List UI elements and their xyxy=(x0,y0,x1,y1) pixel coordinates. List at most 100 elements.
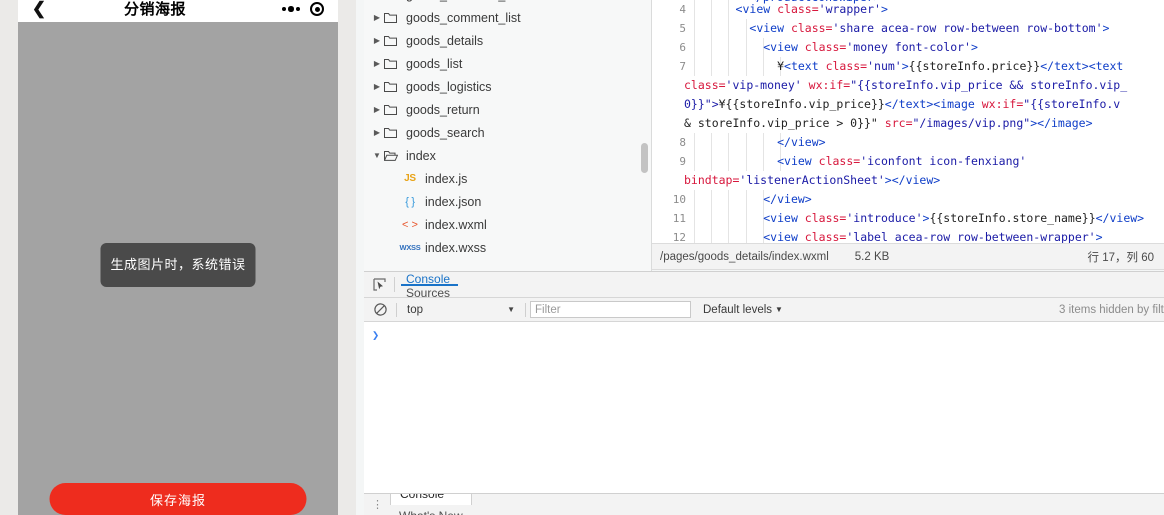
tree-item-folder-index[interactable]: index xyxy=(364,144,652,167)
tree-item-label: goods_details xyxy=(406,33,484,48)
tree-item-file-index-json[interactable]: { } index.json xyxy=(364,190,652,213)
error-toast: 生成图片时，系统错误 xyxy=(100,243,256,287)
code-line[interactable]: 8 </view> xyxy=(652,133,1164,152)
tree-item-label: index.wxss xyxy=(425,240,487,255)
code-text: <view class='share acea-row row-between … xyxy=(749,21,1110,35)
code-text: <view class='introduce'>{{storeInfo.stor… xyxy=(763,211,1145,225)
drawer-grip-icon[interactable]: ⋮ xyxy=(364,498,390,511)
devtools-panel: ConsoleSourcesNetworkSecurityAppDataAudi… xyxy=(364,271,1164,515)
folder-icon xyxy=(384,127,403,138)
folder-icon xyxy=(384,58,403,69)
tab-console[interactable]: Console xyxy=(395,272,464,286)
line-number: 10 xyxy=(672,193,686,206)
line-number: 7 xyxy=(679,60,686,73)
tab-label: Console xyxy=(406,272,451,286)
code-text: 0}}">¥{{storeInfo.vip_price}}</text><ima… xyxy=(684,97,1121,111)
code-text: & storeInfo.vip_price > 0}}" src="/image… xyxy=(684,116,1093,130)
code-line[interactable]: 12 <view class='label acea-row row-betwe… xyxy=(652,228,1164,243)
code-line[interactable]: 4 <view class='wrapper'> xyxy=(652,0,1164,19)
tree-item-folder[interactable]: goods_details xyxy=(364,29,652,52)
code-line[interactable]: bindtap='listenerActionSheet'></view> xyxy=(652,171,1164,190)
code-line[interactable]: & storeInfo.vip_price > 0}}" src="/image… xyxy=(652,114,1164,133)
tree-item-label: index.wxml xyxy=(425,217,487,232)
chevron-down-icon: ▼ xyxy=(507,305,515,314)
code-line[interactable]: 7 ¥<text class='num'>{{storeInfo.price}}… xyxy=(652,57,1164,76)
console-filter-bar: top ▼ Filter Default levels ▼ 3 items hi… xyxy=(364,298,1164,322)
chevron-right-icon[interactable] xyxy=(370,128,384,137)
tree-item-file-index-wxml[interactable]: < > index.wxml xyxy=(364,213,652,236)
more-dots-icon[interactable] xyxy=(281,6,300,12)
folder-open-icon xyxy=(384,150,403,161)
filterbar-separator xyxy=(396,302,397,317)
drawer-tab-console[interactable]: Console xyxy=(390,493,472,505)
console-context-select[interactable]: top ▼ xyxy=(401,304,521,316)
chevron-down-icon[interactable] xyxy=(370,151,384,160)
log-levels-select[interactable]: Default levels ▼ xyxy=(703,304,783,316)
tree-item-folder[interactable]: goods_comment_list xyxy=(364,6,652,29)
folder-icon xyxy=(384,12,403,23)
mini-program-navbar: ❮ 分销海报 xyxy=(18,0,338,22)
editor-status-bar: /pages/goods_details/index.wxml 5.2 KB 行… xyxy=(652,243,1164,270)
code-line[interactable]: 11 <view class='introduce'>{{storeInfo.s… xyxy=(652,209,1164,228)
line-number: 4 xyxy=(679,3,686,16)
clear-console-icon[interactable] xyxy=(368,303,392,316)
target-circle-icon[interactable] xyxy=(310,2,324,16)
console-output[interactable]: ❯ xyxy=(364,322,1164,492)
code-line[interactable]: 9 <view class='iconfont icon-fenxiang' xyxy=(652,152,1164,171)
folder-icon xyxy=(384,104,403,115)
hidden-items-note: 3 items hidden by filters xyxy=(1059,303,1164,316)
tree-item-folder[interactable]: goods_list xyxy=(364,52,652,75)
tree-item-label: goods_logistics xyxy=(406,79,492,94)
app-window: ❮ 分销海报 生成图片时，系统错误 保存海报 goods_com xyxy=(0,0,1164,515)
chevron-right-icon[interactable] xyxy=(370,82,384,91)
file-tree[interactable]: goods_comment_con goods_comment_list goo… xyxy=(364,0,652,271)
code-line[interactable]: 6 <view class='money font-color'> xyxy=(652,38,1164,57)
tree-item-label: goods_comment_con xyxy=(403,0,526,2)
status-file-path: /pages/goods_details/index.wxml xyxy=(660,250,829,263)
tree-item-label: goods_list xyxy=(406,56,463,71)
code-text: class='vip-money' wx:if="{{storeInfo.vip… xyxy=(684,78,1128,92)
console-filter-input[interactable]: Filter xyxy=(530,301,691,318)
save-poster-button[interactable]: 保存海报 xyxy=(49,483,307,515)
inspect-cursor-icon[interactable] xyxy=(364,272,394,297)
console-prompt-icon: ❯ xyxy=(372,328,380,342)
simulator-panel: ❮ 分销海报 生成图片时，系统错误 保存海报 xyxy=(0,0,356,515)
line-number: 12 xyxy=(672,231,686,243)
code-text: <view class='money font-color'> xyxy=(763,40,978,54)
code-line[interactable]: class='vip-money' wx:if="{{storeInfo.vip… xyxy=(652,76,1164,95)
wxml-file-icon: < > xyxy=(402,218,418,231)
context-value: top xyxy=(407,303,423,316)
js-file-icon: JS xyxy=(404,173,416,184)
filterbar-separator-2 xyxy=(525,302,526,317)
drawer-tabs: Console What's New xyxy=(390,493,472,515)
folder-icon xyxy=(384,81,403,92)
chevron-down-icon: ▼ xyxy=(775,305,783,314)
code-line[interactable]: 10 </view> xyxy=(652,190,1164,209)
chevron-right-icon[interactable] xyxy=(370,105,384,114)
tree-item-file-index-js[interactable]: JS index.js xyxy=(364,167,652,190)
file-tree-scrollbar[interactable] xyxy=(641,143,648,173)
tree-item-label: goods_search xyxy=(406,125,485,140)
tree-item-label: goods_comment_list xyxy=(406,10,521,25)
devtools-drawer: ⋮ Console What's New xyxy=(364,493,1164,515)
code-text: </view> xyxy=(777,135,826,149)
code-line[interactable]: 5 <view class='share acea-row row-betwee… xyxy=(652,19,1164,38)
code-line[interactable]: 0}}">¥{{storeInfo.vip_price}}</text><ima… xyxy=(652,95,1164,114)
chevron-right-icon[interactable] xyxy=(370,13,384,22)
log-levels-label: Default levels xyxy=(703,303,773,316)
line-number: 6 xyxy=(679,41,686,54)
status-file-size: 5.2 KB xyxy=(854,250,890,263)
tree-item-label: index.js xyxy=(425,171,468,186)
tree-item-folder[interactable]: goods_logistics xyxy=(364,75,652,98)
tree-item-folder[interactable]: goods_search xyxy=(364,121,652,144)
chevron-left-icon[interactable]: ❮ xyxy=(26,0,52,20)
chevron-right-icon[interactable] xyxy=(370,59,384,68)
drawer-tab-label: Console xyxy=(400,493,445,501)
tree-item-folder[interactable]: goods_return xyxy=(364,98,652,121)
code-text: <view class='label acea-row row-between-… xyxy=(763,230,1103,243)
code-editor[interactable]: </productConsWiper>4 <view class='wrappe… xyxy=(652,0,1164,243)
folder-icon xyxy=(384,35,403,46)
chevron-right-icon[interactable] xyxy=(370,36,384,45)
drawer-tab-what-s-new[interactable]: What's New xyxy=(390,505,472,515)
tree-item-file-index-wxss[interactable]: WXSS index.wxss xyxy=(364,236,652,259)
